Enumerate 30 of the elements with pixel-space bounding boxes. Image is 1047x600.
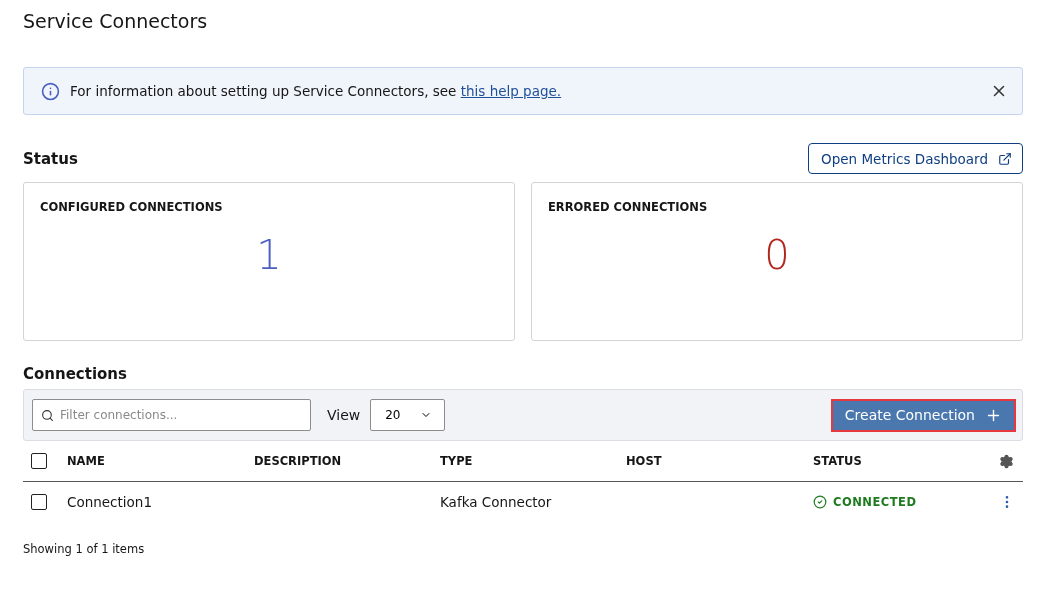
checkbox[interactable] — [31, 494, 47, 510]
page-size-select[interactable]: 20 — [370, 399, 446, 431]
section-heading: Connections — [23, 365, 127, 383]
table-cell-text: Connection1 — [67, 494, 153, 510]
items-count: Showing 1 of 1 items — [23, 542, 146, 556]
card-label: ERRORED CONNECTIONS — [548, 200, 709, 214]
create-connection-button[interactable]: Create Connection — [830, 398, 1016, 432]
column-header: HOST — [626, 454, 663, 468]
external-link-icon — [998, 151, 1012, 166]
card-label: CONFIGURED CONNECTIONS — [40, 200, 224, 214]
table-cell-text: Kafka Connector — [440, 494, 553, 510]
banner-text: For information about setting up Service Connectors, see this help page. — [70, 83, 563, 99]
view-label: View — [327, 407, 361, 423]
column-header: STATUS — [813, 454, 863, 468]
search-icon — [41, 409, 54, 422]
column-header: TYPE — [440, 454, 474, 468]
stat-value: 0 — [764, 232, 790, 278]
open-dashboard-button[interactable]: Open Metrics Dashboard — [808, 143, 1023, 174]
stat-value: 1 — [256, 232, 282, 278]
page-title: Service Connectors — [23, 10, 209, 32]
help-link[interactable]: this help page. — [460, 83, 562, 99]
column-header: NAME — [67, 454, 106, 468]
checkbox[interactable] — [31, 453, 47, 469]
section-heading: Status — [23, 149, 78, 168]
status-label: CONNECTED — [813, 495, 999, 509]
filter-field[interactable]: Filter connections... — [32, 399, 311, 431]
column-header: DESCRIPTION — [254, 454, 343, 468]
check-circle-icon — [813, 495, 827, 509]
settings-icon[interactable] — [999, 453, 1014, 469]
info-icon — [41, 81, 60, 101]
